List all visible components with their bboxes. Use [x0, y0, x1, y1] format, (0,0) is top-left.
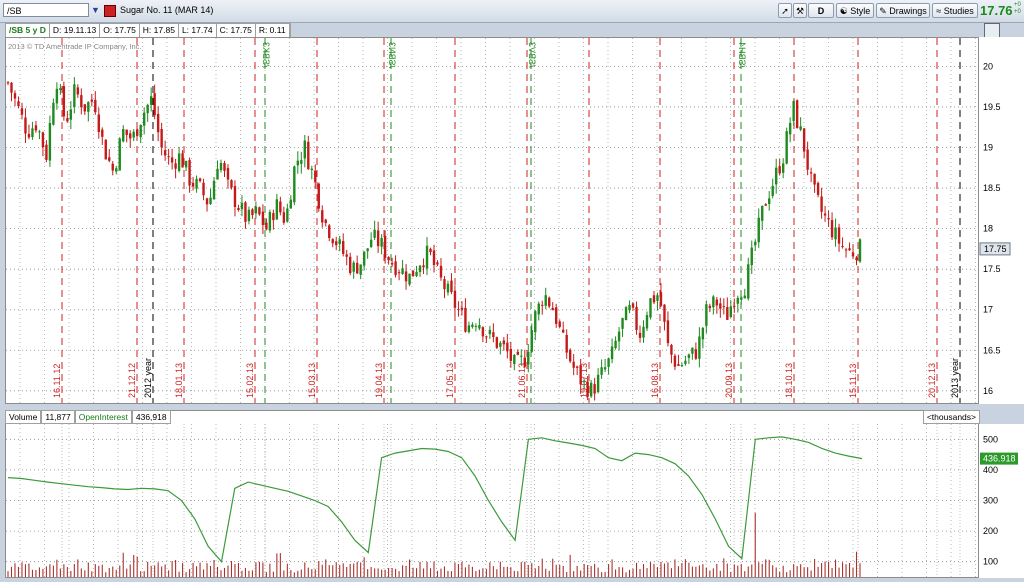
aggregation-button[interactable]: D [808, 3, 834, 18]
volume-value: 11,877 [41, 410, 75, 424]
studies-button[interactable]: ≈ Studies [932, 3, 978, 18]
style-icon: ☯ [839, 6, 848, 16]
quote-high: H: 17.85 [140, 24, 179, 37]
symbol-input[interactable]: /SB [3, 3, 89, 17]
drawings-label: Drawings [889, 6, 927, 16]
pencil-icon: ✎ [879, 6, 887, 16]
last-price: 17.76 [980, 3, 1013, 18]
studies-icon: ≈ [936, 6, 942, 16]
quote-bar: /SB 5 y D D: 19.11.13 O: 17.75 H: 17.85 … [5, 23, 291, 38]
series-label: /SB 5 y D [6, 24, 50, 37]
chart-settings-icon[interactable] [984, 23, 1000, 38]
quote-low: L: 17.74 [179, 24, 217, 37]
symbol-dropdown-icon[interactable]: ▼ [91, 4, 101, 16]
top-toolbar: /SB ▼ Sugar No. 11 (MAR 14) ➚ ⚒ D ☯ Styl… [0, 0, 1024, 23]
instrument-name: Sugar No. 11 (MAR 14) [120, 5, 214, 15]
oi-label: OpenInterest [74, 410, 132, 424]
last-change: +0 +0 [1014, 2, 1021, 15]
style-button[interactable]: ☯ Style [836, 3, 874, 18]
price-axis [979, 37, 1024, 404]
instrument-description: Sugar No. 11 (MAR 14) [104, 3, 213, 17]
quote-range: R: 0.11 [256, 24, 290, 37]
volume-label: Volume [5, 410, 42, 424]
drawings-button[interactable]: ✎ Drawings [876, 3, 930, 18]
wrench-icon[interactable]: ⚒ [793, 3, 807, 18]
flag-icon [104, 4, 116, 17]
volume-axis [979, 424, 1024, 578]
oi-value: 436,918 [131, 410, 171, 424]
cursor-tool-icon[interactable]: ➚ [778, 3, 792, 18]
volume-panel [5, 410, 979, 578]
units-label: <thousands> [922, 410, 980, 424]
quote-close: C: 17.75 [217, 24, 256, 37]
volume-header: Volume 11,877 OpenInterest 436,918 <thou… [5, 410, 1024, 424]
studies-label: Studies [943, 6, 974, 16]
quote-date: D: 19.11.13 [50, 24, 101, 37]
quote-open: O: 17.75 [100, 24, 140, 37]
price-panel [5, 37, 979, 404]
style-label: Style [850, 6, 871, 16]
